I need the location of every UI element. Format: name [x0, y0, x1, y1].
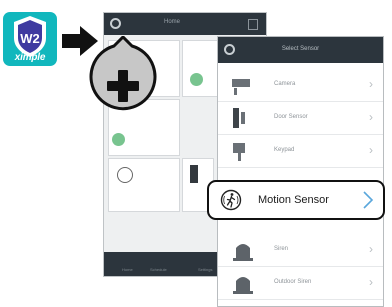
siren-icon: [233, 244, 253, 261]
chevron-right-icon: ›: [369, 275, 373, 289]
chevron-right-icon: ›: [369, 143, 373, 157]
chevron-right-icon: ›: [369, 242, 373, 256]
chevron-right-icon: ›: [369, 110, 373, 124]
tab-home[interactable]: Home: [122, 267, 133, 272]
status-dot: [190, 73, 203, 86]
list-item-outdoor-siren[interactable]: Outdoor Siren ›: [218, 267, 383, 300]
chevron-right-icon: [363, 191, 374, 209]
home-header: Home: [104, 13, 266, 35]
chevron-right-icon: ›: [369, 77, 373, 91]
menu-logo-icon[interactable]: [110, 18, 121, 29]
list-item-door-sensor[interactable]: Door Sensor ›: [218, 102, 383, 135]
tab-settings[interactable]: Settings: [198, 267, 212, 272]
outdoor-siren-icon: [233, 277, 253, 294]
tab-schedule[interactable]: Schedule: [150, 267, 167, 272]
door-sensor-icon: [233, 108, 245, 128]
select-sensor-header: Select Sensor: [218, 37, 383, 63]
list-item-label: Camera: [274, 81, 296, 87]
list-item-camera[interactable]: Camera ›: [218, 69, 383, 102]
camera-icon: [232, 79, 250, 95]
list-item-motion-sensor[interactable]: Motion Sensor: [207, 180, 385, 220]
select-sensor-screen: Select Sensor Camera › Door Sensor › Key…: [217, 36, 384, 307]
app-badge: W2: [20, 31, 40, 46]
list-item-keypad[interactable]: Keypad ›: [218, 135, 383, 168]
list-item-label: Keypad: [274, 147, 295, 153]
add-device-button[interactable]: [88, 36, 158, 122]
list-item-label: Outdoor Siren: [274, 279, 312, 285]
device-card[interactable]: [108, 158, 180, 212]
list-item-label: Door Sensor: [274, 114, 308, 120]
status-dot: [112, 133, 125, 146]
edit-icon[interactable]: [248, 19, 258, 30]
app-brand-label: ximple: [14, 52, 46, 63]
list-item-siren[interactable]: Siren ›: [218, 234, 383, 267]
motion-sensor-icon: [220, 189, 242, 211]
door-sensor-icon: [190, 165, 198, 183]
motion-sensor-label: Motion Sensor: [258, 194, 329, 206]
list-item-label: Siren: [274, 246, 289, 252]
app-icon[interactable]: W2 ximple: [3, 12, 57, 66]
motion-sensor-icon: [117, 167, 133, 183]
keypad-icon: [233, 143, 245, 161]
select-sensor-title: Select Sensor: [281, 46, 320, 52]
home-title: Home: [164, 19, 181, 25]
